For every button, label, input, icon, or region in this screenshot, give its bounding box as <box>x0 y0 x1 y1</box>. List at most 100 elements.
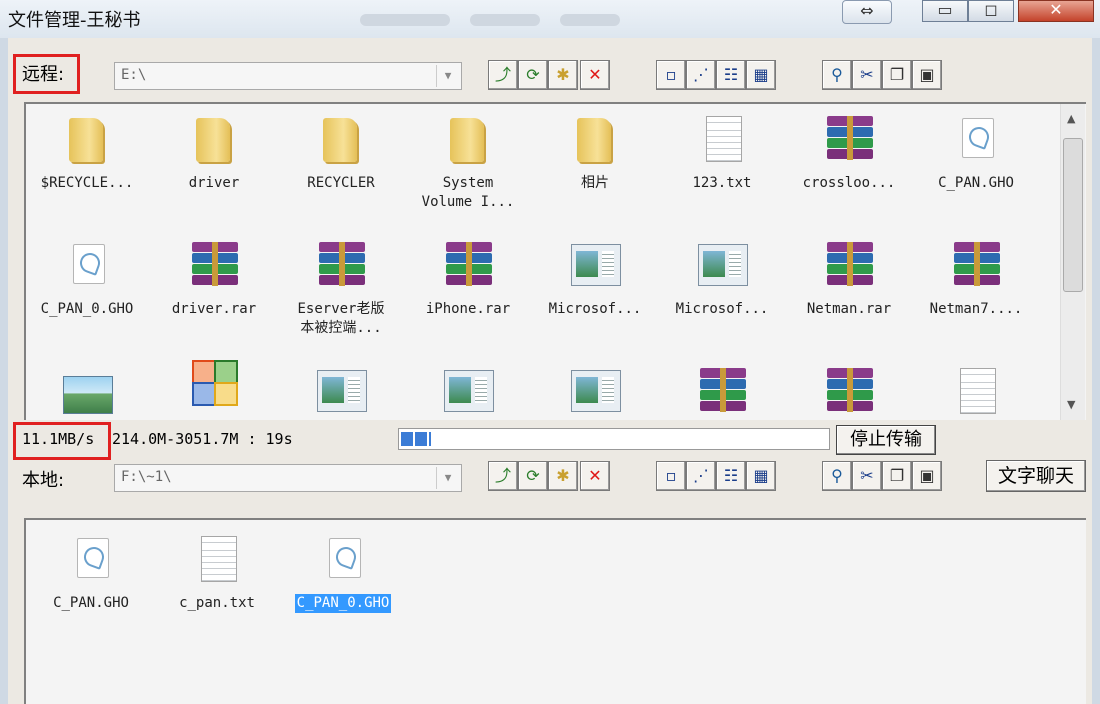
rar-archive-icon <box>948 240 1004 292</box>
transfer-progress <box>398 428 830 450</box>
refresh-button[interactable]: ⟳ <box>518 60 548 90</box>
local-path-combo[interactable]: F:\~1\ ▼ <box>114 464 462 492</box>
file-name: driver <box>188 175 240 191</box>
file-name: Netman7.... <box>929 301 1023 317</box>
local-file-pane[interactable]: C_PAN.GHO c_pan.txt C_PAN_0.GHO <box>24 518 1086 704</box>
refresh-button[interactable]: ⟳ <box>518 461 548 491</box>
file-item[interactable]: C_PAN.GHO <box>913 114 1039 193</box>
up-folder-button[interactable]: ⤴ <box>488 461 518 491</box>
copy-button[interactable]: ❐ <box>882 461 912 491</box>
file-name: 123.txt <box>692 175 752 191</box>
file-item[interactable]: Netman.rar <box>786 240 912 319</box>
file-item[interactable] <box>532 366 658 418</box>
rar-archive-icon <box>694 366 750 418</box>
delete-button[interactable]: ✕ <box>580 60 610 90</box>
rar-archive-icon <box>821 240 877 292</box>
close-button[interactable]: ✕ <box>1018 0 1094 22</box>
chevron-down-icon[interactable]: ▼ <box>436 467 459 489</box>
up-folder-button[interactable]: ⤴ <box>488 60 518 90</box>
file-item[interactable]: C_PAN_0.GHO <box>26 240 150 319</box>
maximize-button[interactable]: ◻ <box>968 0 1014 22</box>
file-item[interactable] <box>659 366 785 418</box>
details-view-button[interactable]: ▦ <box>746 461 776 491</box>
remote-file-pane[interactable]: $RECYCLE... driver RECYCLER System Volume I… <box>24 102 1086 420</box>
large-icons-view-icon: ▫ <box>665 466 677 485</box>
large-buttons-view-icon[interactable]: ▫ <box>656 60 686 90</box>
small-icons-view-icon: ⋰ <box>693 65 709 84</box>
file-item[interactable]: c_pan.txt <box>154 534 280 613</box>
file-name: RECYCLER <box>307 175 375 191</box>
list-view-button[interactable]: ☷ <box>716 60 746 90</box>
file-name: C_PAN_0.GHO <box>294 594 392 613</box>
file-name: C_PAN.GHO <box>938 175 1014 191</box>
small-buttons-view-icon[interactable]: ⋰ <box>686 461 716 491</box>
transfer-speed: 11.1MB/s <box>22 430 95 448</box>
file-item[interactable]: 相片 <box>532 114 658 193</box>
file-item[interactable] <box>278 366 404 418</box>
remote-path-combo[interactable]: E:\ ▼ <box>114 62 462 90</box>
file-item[interactable]: iPhone.rar <box>405 240 531 319</box>
small-buttons-view-icon[interactable]: ⋰ <box>686 60 716 90</box>
file-item[interactable]: Microsof... <box>532 240 658 319</box>
ghost-image-icon <box>948 114 1004 166</box>
file-item[interactable]: Eserver老版 本被控端... <box>278 240 404 338</box>
file-item[interactable]: C_PAN_0.GHO <box>280 534 406 613</box>
search-button[interactable]: ⚲ <box>822 60 852 90</box>
refresh-icon: ⟳ <box>526 65 540 84</box>
scroll-thumb[interactable] <box>1063 138 1083 292</box>
new-folder-button[interactable]: ✱ <box>548 60 578 90</box>
file-item[interactable] <box>913 366 1039 418</box>
cut-button[interactable]: ✂ <box>852 461 882 491</box>
new-folder-button[interactable]: ✱ <box>548 461 578 491</box>
ghost-image-icon <box>63 534 119 586</box>
file-name: Eserver老版 本被控端... <box>297 301 385 336</box>
window-app-icon <box>567 366 623 418</box>
remote-scrollbar[interactable]: ▲ ▼ <box>1060 104 1085 420</box>
title-blur <box>470 14 540 26</box>
chevron-down-icon[interactable]: ▼ <box>436 65 459 87</box>
list-view-button[interactable]: ☷ <box>716 461 746 491</box>
file-item[interactable] <box>151 360 277 418</box>
file-name: System Volume I... <box>421 175 515 210</box>
file-item[interactable] <box>26 366 150 418</box>
file-item[interactable]: System Volume I... <box>405 114 531 212</box>
window-title: 文件管理-王秘书 <box>8 10 141 31</box>
local-path-text: F:\~1\ <box>121 469 172 485</box>
rar-archive-icon <box>821 114 877 166</box>
copy-button[interactable]: ❐ <box>882 60 912 90</box>
paste-icon: ▣ <box>919 65 935 84</box>
large-buttons-view-icon[interactable]: ▫ <box>656 461 686 491</box>
file-item[interactable] <box>786 366 912 418</box>
file-item[interactable]: RECYCLER <box>278 114 404 193</box>
close-icon: ✕ <box>1049 0 1063 19</box>
scroll-up-icon[interactable]: ▲ <box>1067 112 1075 125</box>
file-item[interactable] <box>405 366 531 418</box>
scroll-down-icon[interactable]: ▼ <box>1067 398 1075 411</box>
minimize-button[interactable]: ▭ <box>922 0 968 22</box>
rar-archive-icon <box>440 240 496 292</box>
paste-button[interactable]: ▣ <box>912 60 942 90</box>
search-button[interactable]: ⚲ <box>822 461 852 491</box>
stop-transfer-button[interactable]: 停止传输 <box>836 425 936 455</box>
file-item[interactable]: driver <box>151 114 277 193</box>
file-name: Microsof... <box>548 301 642 317</box>
file-item[interactable]: 123.txt <box>659 114 785 193</box>
paste-button[interactable]: ▣ <box>912 461 942 491</box>
text-chat-button[interactable]: 文字聊天 <box>986 460 1086 492</box>
cut-button[interactable]: ✂ <box>852 60 882 90</box>
list-view-icon: ☷ <box>723 466 739 485</box>
file-item[interactable]: Netman7.... <box>913 240 1039 319</box>
file-item[interactable]: $RECYCLE... <box>26 114 150 193</box>
file-item[interactable]: Microsof... <box>659 240 785 319</box>
details-view-button[interactable]: ▦ <box>746 60 776 90</box>
window-app-icon <box>567 240 623 292</box>
ghost-image-icon <box>59 240 115 292</box>
refresh-icon: ⟳ <box>526 466 540 485</box>
file-item[interactable]: C_PAN.GHO <box>28 534 154 613</box>
delete-button[interactable]: ✕ <box>580 461 610 491</box>
file-item[interactable]: driver.rar <box>151 240 277 319</box>
file-item[interactable]: crossloo... <box>786 114 912 193</box>
rar-archive-icon <box>821 366 877 418</box>
swap-button[interactable]: ⇔ <box>842 0 892 24</box>
image-file-icon <box>59 366 115 418</box>
